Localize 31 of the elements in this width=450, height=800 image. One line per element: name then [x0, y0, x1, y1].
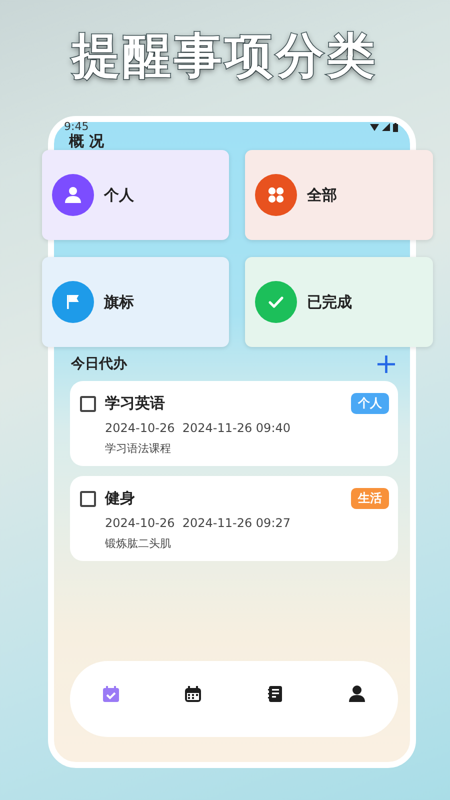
category-card[interactable]: 个人: [42, 150, 229, 240]
category-label: 已完成: [307, 292, 352, 312]
task-dates: 2024-10-26 2024-11-26 09:40: [104, 421, 292, 435]
category-card[interactable]: 已完成: [245, 257, 433, 347]
signal-icon: [382, 123, 390, 131]
category-card[interactable]: 旗标: [42, 257, 229, 347]
category-label: 旗标: [104, 292, 134, 312]
tag: 个人: [351, 393, 389, 414]
page-title: 概 况: [68, 132, 106, 150]
add-button[interactable]: +: [374, 353, 398, 375]
task-note: 学习语法课程: [104, 441, 172, 456]
task-card[interactable]: 学习英语 个人 2024-10-26 2024-11-26 09:40 学习语法课程: [70, 381, 398, 466]
task-title: 健身: [105, 489, 136, 508]
battery-icon: [393, 122, 398, 132]
status-time: 9:45: [64, 122, 89, 132]
calendar-icon[interactable]: [183, 684, 203, 704]
checkbox[interactable]: [80, 490, 96, 506]
headline: 提醒事项分类: [72, 27, 378, 86]
task-note: 锻炼肱二头肌: [104, 536, 172, 551]
tag: 生活: [351, 488, 389, 509]
todo-icon[interactable]: [101, 684, 121, 704]
task-title: 学习英语: [105, 394, 166, 413]
task-dates: 2024-10-26 2024-11-26 09:27: [104, 516, 292, 530]
category-label: 全部: [307, 186, 337, 204]
category-label: 个人: [104, 186, 134, 204]
task-card[interactable]: 健身 生活 2024-10-26 2024-11-26 09:27 锻炼肱二头肌: [70, 476, 398, 561]
checkbox[interactable]: [80, 396, 96, 412]
wifi-icon: [370, 124, 379, 130]
section-title: 今日代办: [71, 355, 127, 373]
category-card[interactable]: 全部: [245, 150, 433, 240]
person-icon[interactable]: [347, 684, 367, 704]
